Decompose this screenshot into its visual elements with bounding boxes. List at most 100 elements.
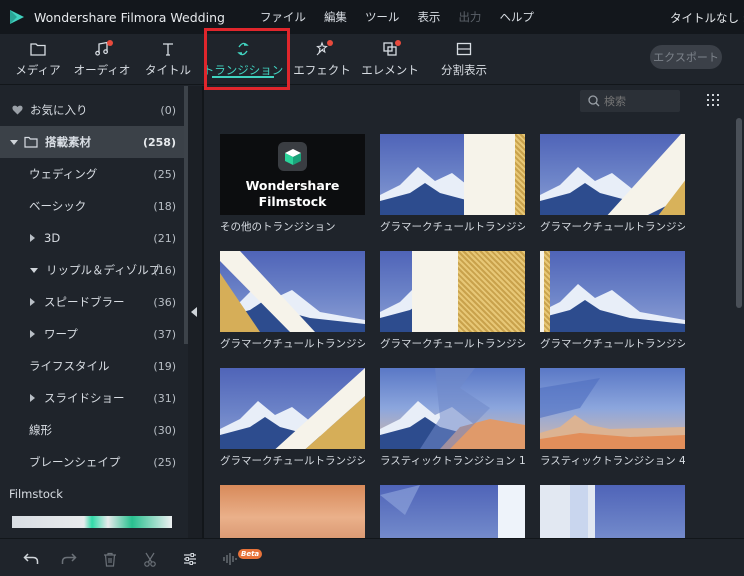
title-bar: Wondershare Filmora Wedding ファイル 編集 ツール … xyxy=(0,0,744,34)
chevron-right-icon[interactable] xyxy=(30,234,35,242)
tab-effects[interactable]: エフェクト xyxy=(293,34,351,84)
content-scrollbar[interactable] xyxy=(736,118,742,308)
bottom-toolbar: Beta xyxy=(0,538,744,576)
tab-titles-label: タイトル xyxy=(145,63,191,77)
elements-icon xyxy=(379,40,401,58)
transition-card-more[interactable]: Wondershare Filmstock その他のトランジション xyxy=(220,134,365,234)
filmstock-line2: Filmstock xyxy=(258,194,327,209)
app-name: Wondershare Filmora Wedding xyxy=(34,9,225,25)
menu-bar: ファイル 編集 ツール 表示 出力 ヘルプ xyxy=(251,9,543,25)
sidebar-item-ripple-dissolve[interactable]: リップル＆ディゾルブ (16) xyxy=(0,254,184,286)
transition-card[interactable]: グラマークチュールトランジショ... xyxy=(540,251,685,351)
sidebar-item-lifestyle[interactable]: ライフスタイル (19) xyxy=(0,350,184,382)
tab-audio[interactable]: オーディオ xyxy=(74,34,130,84)
transition-card[interactable] xyxy=(220,485,365,538)
redo-icon[interactable] xyxy=(60,551,78,567)
tab-effects-label: エフェクト xyxy=(293,63,351,77)
sidebar-item-wedding[interactable]: ウェディング (25) xyxy=(0,158,184,190)
card-label: グラマークチュールトランジショ... xyxy=(220,338,365,350)
transition-thumbnail[interactable] xyxy=(380,485,525,538)
transition-thumbnail[interactable] xyxy=(540,368,685,449)
sidebar-item-linear[interactable]: 線形 (30) xyxy=(0,414,184,446)
sidebar-item-count: (258) xyxy=(142,135,176,149)
sidebar-item-label: ウェディング xyxy=(29,167,98,181)
transition-thumbnail[interactable] xyxy=(380,368,525,449)
chevron-down-icon[interactable] xyxy=(30,267,38,273)
sidebar-item-count: (37) xyxy=(153,327,176,341)
sidebar-item-label: ワープ xyxy=(44,327,78,341)
transition-card[interactable]: グラマークチュールトランジショ... xyxy=(220,368,365,468)
tab-elements[interactable]: エレメント xyxy=(361,34,419,84)
sidebar-item-count: (31) xyxy=(153,391,176,405)
transition-card[interactable]: グラマークチュールトランジショ... xyxy=(220,251,365,351)
filmstock-section-header: Filmstock xyxy=(0,478,184,510)
menu-export[interactable]: 出力 xyxy=(449,9,490,25)
menu-view[interactable]: 表示 xyxy=(408,9,449,25)
split-screen-icon xyxy=(453,40,475,58)
card-label: グラマークチュールトランジショ... xyxy=(540,338,685,350)
card-label: グラマークチュールトランジショ... xyxy=(380,338,525,350)
sidebar-item-label: ブレーンシェイプ xyxy=(29,455,121,469)
sidebar-item-speed-blur[interactable]: スピードブラー (36) xyxy=(0,286,184,318)
chevron-right-icon[interactable] xyxy=(30,298,35,306)
menu-help[interactable]: ヘルプ xyxy=(490,9,543,25)
menu-tools[interactable]: ツール xyxy=(356,9,409,25)
transition-card[interactable] xyxy=(540,485,685,538)
menu-file[interactable]: ファイル xyxy=(251,9,315,25)
sidebar-item-warp[interactable]: ワープ (37) xyxy=(0,318,184,350)
filmstock-logo-icon xyxy=(278,142,307,171)
tab-split-screen-label: 分割表示 xyxy=(441,63,487,77)
sidebar-item-count: (30) xyxy=(153,423,176,437)
audio-waveform-icon[interactable] xyxy=(221,551,239,567)
sidebar-item-plain-shape[interactable]: ブレーンシェイプ (25) xyxy=(0,446,184,478)
scissors-icon[interactable] xyxy=(141,551,159,567)
project-title: タイトルなし : 00 xyxy=(670,11,744,25)
transition-thumbnail[interactable] xyxy=(540,134,685,215)
sidebar-item-count: (19) xyxy=(153,359,176,373)
transition-grid: Wondershare Filmstock その他のトランジション グラマークチ… xyxy=(204,86,736,538)
heart-icon xyxy=(12,105,23,115)
transition-thumbnail[interactable] xyxy=(540,251,685,332)
transition-card[interactable]: ラスティックトランジション 4 xyxy=(540,368,685,468)
export-button[interactable]: エクスポート xyxy=(650,45,722,69)
delete-trash-icon[interactable] xyxy=(101,551,119,567)
card-label: ラスティックトランジション 4 xyxy=(540,455,685,467)
transition-card[interactable]: グラマークチュールトランジショ... xyxy=(380,134,525,234)
transition-card[interactable]: グラマークチュールトランジショ... xyxy=(380,251,525,351)
transition-card[interactable]: グラマークチュールトランジショ... xyxy=(540,134,685,234)
card-label: ラスティックトランジション 1 xyxy=(380,455,525,467)
sidebar-item-builtin[interactable]: 搭載素材 (258) xyxy=(0,126,184,158)
sidebar-item-label: 3D xyxy=(44,231,61,245)
card-label: グラマークチュールトランジショ... xyxy=(380,221,525,233)
toolbar: メディア オーディオ タイトル トランジション エフェクト エレメント 分割表示… xyxy=(0,34,744,85)
transition-thumbnail[interactable] xyxy=(540,485,685,538)
beta-badge: Beta xyxy=(238,549,263,559)
sidebar-item-count: (25) xyxy=(153,167,176,181)
transition-thumbnail[interactable] xyxy=(220,368,365,449)
sidebar-item-slideshow[interactable]: スライドショー (31) xyxy=(0,382,184,414)
tab-titles[interactable]: タイトル xyxy=(140,34,196,84)
collapse-left-icon[interactable] xyxy=(191,307,197,317)
menu-edit[interactable]: 編集 xyxy=(315,9,356,25)
filmstock-thumbnail[interactable]: Wondershare Filmstock xyxy=(220,134,365,215)
chevron-down-icon[interactable] xyxy=(10,139,18,145)
transition-thumbnail[interactable] xyxy=(380,134,525,215)
transition-card[interactable] xyxy=(380,485,525,538)
sidebar-item-count: (25) xyxy=(153,455,176,469)
transition-card[interactable]: ラスティックトランジション 1 xyxy=(380,368,525,468)
sidebar-item-basic[interactable]: ベーシック (18) xyxy=(0,190,184,222)
sidebar-item-favorites[interactable]: お気に入り (0) xyxy=(0,94,184,126)
undo-icon[interactable] xyxy=(22,551,40,567)
adjust-sliders-icon[interactable] xyxy=(181,551,199,567)
transition-thumbnail[interactable] xyxy=(380,251,525,332)
chevron-right-icon[interactable] xyxy=(30,330,35,338)
sidebar-item-3d[interactable]: 3D (21) xyxy=(0,222,184,254)
filmstock-banner[interactable] xyxy=(12,516,172,528)
transition-thumbnail[interactable] xyxy=(220,485,365,538)
tab-split-screen[interactable]: 分割表示 xyxy=(434,34,494,84)
tab-media[interactable]: メディア xyxy=(10,34,66,84)
folder-icon xyxy=(27,40,49,58)
transition-thumbnail[interactable] xyxy=(220,251,365,332)
chevron-right-icon[interactable] xyxy=(30,394,35,402)
filmora-logo-icon xyxy=(8,8,26,26)
